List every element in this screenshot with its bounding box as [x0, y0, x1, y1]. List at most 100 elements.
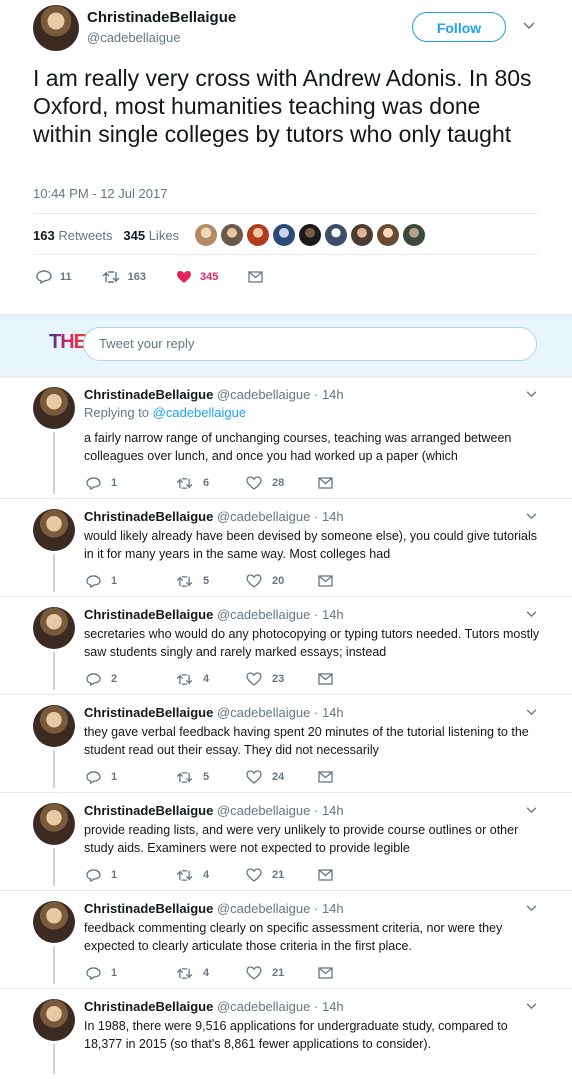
author-name[interactable]: ChristinadeBellaigue: [87, 9, 236, 26]
retweet-count: 163: [127, 271, 146, 283]
reply-author-avatar[interactable]: [33, 901, 75, 943]
liker-avatar[interactable]: [325, 224, 347, 246]
likes-count[interactable]: 345: [123, 228, 145, 243]
message-button[interactable]: [318, 869, 408, 881]
reply-time[interactable]: · 14h: [314, 607, 344, 622]
like-button[interactable]: 345: [176, 270, 218, 284]
reply-tweet[interactable]: ChristinadeBellaigue @cadebellaigue · 14…: [0, 890, 572, 989]
like-button[interactable]: 23: [246, 672, 318, 686]
reply-menu-chevron[interactable]: [526, 705, 537, 719]
retweet-button[interactable]: 4: [176, 673, 246, 686]
reply-author-name[interactable]: ChristinadeBellaigue: [84, 607, 213, 622]
reply-tweet[interactable]: ChristinadeBellaigue @cadebellaigue · 14…: [0, 376, 572, 499]
like-count: 23: [272, 673, 285, 685]
reply-tweet[interactable]: ChristinadeBellaigue @cadebellaigue · 14…: [0, 498, 572, 597]
reply-menu-chevron[interactable]: [526, 803, 537, 817]
message-button[interactable]: [318, 575, 408, 587]
reply-author-name[interactable]: ChristinadeBellaigue: [84, 705, 213, 720]
reply-author-name[interactable]: ChristinadeBellaigue: [84, 999, 213, 1014]
reply-icon: [86, 966, 101, 980]
reply-count: 11: [60, 271, 72, 283]
reply-author-avatar[interactable]: [33, 803, 75, 845]
reply-author-handle[interactable]: @cadebellaigue: [217, 803, 310, 818]
retweet-button[interactable]: 163: [102, 270, 146, 284]
reply-author-name[interactable]: ChristinadeBellaigue: [84, 387, 213, 402]
heart-icon: [246, 476, 262, 490]
reply-button[interactable]: 11: [36, 270, 72, 284]
reply-menu-chevron[interactable]: [526, 387, 537, 401]
reply-button[interactable]: 1: [86, 476, 176, 490]
liker-avatar[interactable]: [351, 224, 373, 246]
reply-author-handle[interactable]: @cadebellaigue: [217, 509, 310, 524]
reply-author-avatar[interactable]: [33, 387, 75, 429]
likers-avatars[interactable]: [195, 224, 429, 246]
like-button[interactable]: 28: [246, 476, 318, 490]
message-button[interactable]: [318, 967, 408, 979]
like-button[interactable]: 24: [246, 770, 318, 784]
reply-tweet[interactable]: ChristinadeBellaigue @cadebellaigue · 14…: [0, 792, 572, 891]
reply-menu-chevron[interactable]: [526, 509, 537, 523]
reply-author-handle[interactable]: @cadebellaigue: [217, 387, 310, 402]
message-button[interactable]: [318, 673, 408, 685]
chevron-down-icon[interactable]: [523, 20, 535, 32]
reply-author-name[interactable]: ChristinadeBellaigue: [84, 803, 213, 818]
likes-label[interactable]: Likes: [149, 228, 179, 243]
reply-author-name[interactable]: ChristinadeBellaigue: [84, 509, 213, 524]
reply-author-name[interactable]: ChristinadeBellaigue: [84, 901, 213, 916]
reply-time[interactable]: · 14h: [314, 509, 344, 524]
message-button[interactable]: [318, 771, 408, 783]
reply-button[interactable]: 1: [86, 868, 176, 882]
message-button[interactable]: [318, 477, 408, 489]
like-button[interactable]: 21: [246, 966, 318, 980]
reply-tweet[interactable]: ChristinadeBellaigue @cadebellaigue · 14…: [0, 596, 572, 695]
reply-time[interactable]: · 14h: [314, 803, 344, 818]
main-action-bar: 11 163 345: [36, 270, 301, 284]
message-button[interactable]: [248, 271, 271, 283]
reply-button[interactable]: 1: [86, 770, 176, 784]
tweet-timestamp[interactable]: 10:44 PM - 12 Jul 2017: [33, 186, 167, 201]
liker-avatar[interactable]: [247, 224, 269, 246]
follow-button[interactable]: Follow: [412, 12, 506, 42]
retweet-button[interactable]: 6: [176, 477, 246, 490]
author-avatar[interactable]: [33, 5, 79, 51]
reply-tweet[interactable]: ChristinadeBellaigue @cadebellaigue · 14…: [0, 694, 572, 793]
reply-time[interactable]: · 14h: [314, 387, 344, 402]
reply-author-handle[interactable]: @cadebellaigue: [217, 999, 310, 1014]
reply-author-handle[interactable]: @cadebellaigue: [217, 901, 310, 916]
replying-to-handle[interactable]: @cadebellaigue: [153, 405, 246, 420]
liker-avatar[interactable]: [273, 224, 295, 246]
retweets-label[interactable]: Retweets: [58, 228, 112, 243]
like-button[interactable]: 21: [246, 868, 318, 882]
like-button[interactable]: 20: [246, 574, 318, 588]
reply-button[interactable]: 1: [86, 966, 176, 980]
reply-time[interactable]: · 14h: [314, 901, 344, 916]
reply-author-avatar[interactable]: [33, 509, 75, 551]
reply-menu-chevron[interactable]: [526, 607, 537, 621]
reply-input[interactable]: Tweet your reply: [83, 327, 537, 361]
retweet-button[interactable]: 5: [176, 575, 246, 588]
liker-avatar[interactable]: [195, 224, 217, 246]
reply-time[interactable]: · 14h: [314, 705, 344, 720]
reply-text: In 1988, there were 9,516 applications f…: [84, 1019, 508, 1051]
liker-avatar[interactable]: [403, 224, 425, 246]
retweets-count[interactable]: 163: [33, 228, 55, 243]
reply-tweet[interactable]: ChristinadeBellaigue @cadebellaigue · 14…: [0, 988, 572, 1079]
liker-avatar[interactable]: [299, 224, 321, 246]
reply-icon: [86, 476, 101, 490]
reply-author-avatar[interactable]: [33, 999, 75, 1041]
retweet-button[interactable]: 4: [176, 967, 246, 980]
retweet-button[interactable]: 4: [176, 869, 246, 882]
liker-avatar[interactable]: [377, 224, 399, 246]
reply-author-avatar[interactable]: [33, 705, 75, 747]
reply-author-handle[interactable]: @cadebellaigue: [217, 607, 310, 622]
reply-menu-chevron[interactable]: [526, 999, 537, 1013]
liker-avatar[interactable]: [221, 224, 243, 246]
author-handle[interactable]: @cadebellaigue: [87, 30, 180, 45]
retweet-button[interactable]: 5: [176, 771, 246, 784]
reply-author-handle[interactable]: @cadebellaigue: [217, 705, 310, 720]
reply-menu-chevron[interactable]: [526, 901, 537, 915]
reply-time[interactable]: · 14h: [314, 999, 344, 1014]
reply-author-avatar[interactable]: [33, 607, 75, 649]
reply-button[interactable]: 2: [86, 672, 176, 686]
reply-button[interactable]: 1: [86, 574, 176, 588]
